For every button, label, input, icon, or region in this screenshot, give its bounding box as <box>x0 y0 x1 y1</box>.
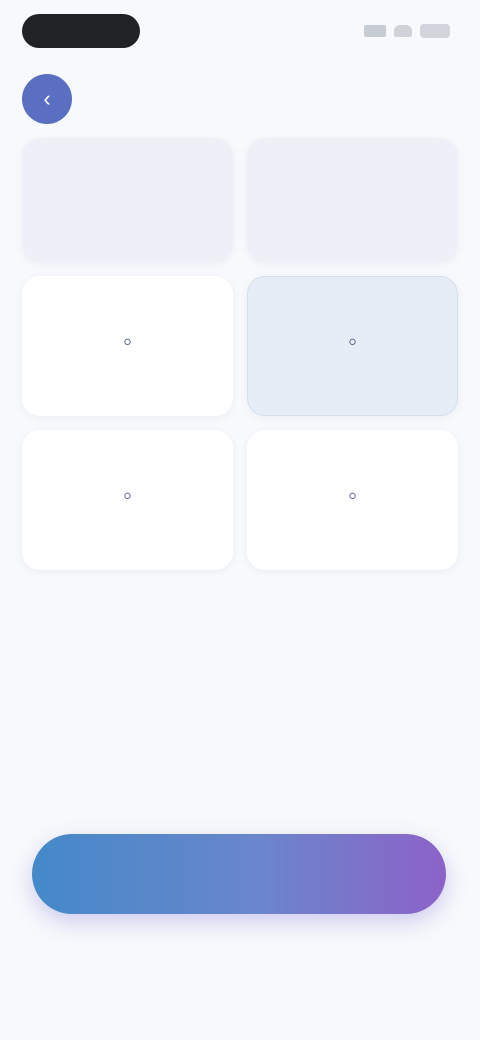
chevron-left-icon: ‹ <box>43 86 51 111</box>
signal-icon <box>364 25 386 37</box>
header: ‹ <box>22 74 86 124</box>
status-icons <box>364 24 450 38</box>
circle-icon: ◦ <box>122 326 133 356</box>
option-card-4[interactable]: ◦ <box>247 276 458 416</box>
dynamic-island <box>22 14 140 48</box>
circle-icon: ◦ <box>122 480 133 510</box>
continue-button[interactable] <box>32 834 446 914</box>
circle-icon: ◦ <box>347 480 358 510</box>
option-card-5[interactable]: ◦ <box>22 430 233 570</box>
back-button[interactable]: ‹ <box>22 74 72 124</box>
status-bar <box>0 0 480 64</box>
option-card-6[interactable]: ◦ <box>247 430 458 570</box>
option-card-2[interactable] <box>247 138 458 262</box>
option-card-1[interactable] <box>22 138 233 262</box>
option-card-3[interactable]: ◦ <box>22 276 233 416</box>
battery-icon <box>420 24 450 38</box>
circle-icon: ◦ <box>347 326 358 356</box>
options-grid: ◦ ◦ ◦ ◦ <box>22 138 458 570</box>
wifi-icon <box>394 25 412 37</box>
